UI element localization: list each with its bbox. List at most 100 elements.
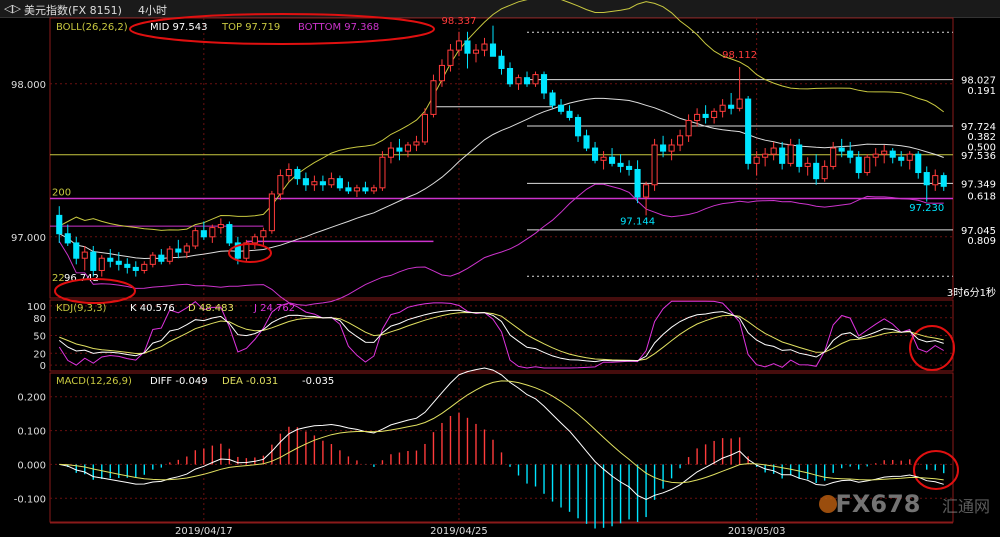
candle-body — [660, 144, 667, 152]
candle-body — [328, 178, 335, 186]
candle-body — [90, 251, 97, 271]
candle-body — [158, 254, 165, 262]
candle-body — [617, 162, 624, 167]
candle-body — [804, 162, 811, 167]
candle-body — [745, 98, 752, 164]
candle-body — [353, 187, 360, 192]
candle-body — [821, 165, 828, 180]
candle-body — [498, 55, 505, 69]
candle-body — [447, 49, 454, 66]
candle-body — [574, 116, 582, 137]
boll-lower-line — [58, 183, 944, 306]
fib-level-label: 0.382 — [967, 132, 996, 143]
fib-level-label: 97.349 — [961, 179, 996, 190]
candle-body — [379, 156, 386, 189]
candle-body — [277, 175, 284, 195]
candle-body — [736, 98, 743, 109]
candle-body — [132, 266, 139, 271]
candle-body — [98, 257, 105, 271]
candle-body — [515, 77, 522, 85]
candle-body — [217, 224, 224, 229]
candle-body — [711, 110, 718, 118]
candle-body — [464, 40, 471, 54]
macd-diff-line — [59, 367, 944, 501]
candle-body — [889, 150, 896, 158]
fib-level-label: 0.618 — [967, 191, 996, 202]
candle-body — [787, 144, 794, 164]
fib-level-label: 97.536 — [961, 151, 996, 162]
candle-body — [626, 165, 633, 170]
candle-body — [396, 147, 403, 152]
fib-level-label: 0.809 — [967, 236, 996, 247]
macd-panel-frame — [49, 372, 954, 523]
candle-body — [200, 230, 207, 238]
macd-dea-value: DEA -0.031 — [222, 376, 278, 387]
candle-body — [651, 144, 658, 186]
candle-body — [64, 233, 71, 244]
candle-body — [56, 214, 63, 235]
macd-axis-label: -0.100 — [14, 494, 46, 505]
macd-axis-label: 0.000 — [17, 460, 46, 471]
candle-body — [149, 254, 156, 265]
price-axis-label: 97.000 — [11, 233, 46, 244]
candle-body — [141, 263, 148, 271]
kdj-axis-label: 0 — [40, 361, 46, 372]
candle-body — [251, 236, 258, 244]
candle-body — [932, 175, 939, 186]
candle-body — [872, 153, 879, 158]
candle-body — [345, 187, 352, 192]
kdj-k-value: K 40.576 — [130, 303, 175, 314]
macd-diff-value: DIFF -0.049 — [150, 376, 208, 387]
date-axis-label: 2019/04/25 — [430, 526, 488, 537]
candle-body — [923, 172, 930, 186]
date-axis-label: 2019/05/03 — [728, 526, 786, 537]
candle-body — [421, 113, 429, 143]
kdj-axis-label: 80 — [33, 314, 46, 325]
candle-body — [855, 156, 862, 174]
candle-body — [685, 120, 692, 137]
kdj-axis-label: 20 — [33, 349, 46, 360]
candle-body — [864, 156, 871, 174]
candle-body — [830, 147, 837, 167]
candle-body — [694, 113, 701, 122]
price-chart[interactable]: 98.000 97.000 10080 50 200 0.200 0.100 0.000 -0.… — [0, 0, 1000, 537]
candle-body — [940, 175, 947, 187]
fib-level-label: 0.191 — [967, 86, 996, 97]
candle-body — [107, 257, 114, 262]
candle-body — [566, 110, 573, 118]
candle-body — [847, 150, 854, 158]
candle-body — [702, 113, 709, 118]
candle-body — [175, 248, 182, 253]
candle-body — [770, 147, 777, 155]
candle-body — [549, 92, 556, 106]
candle-body — [336, 178, 343, 189]
candle-body — [523, 77, 531, 85]
kdj-d-value: D 48.483 — [188, 303, 234, 314]
macd-axis-label: 0.200 — [17, 393, 46, 404]
candle-body — [753, 156, 760, 164]
candle-body — [73, 242, 80, 259]
candle-body — [209, 227, 216, 238]
price-axis-label: 98.000 — [11, 80, 46, 91]
candle-body — [540, 74, 548, 94]
kdj-axis-label: 50 — [33, 332, 46, 343]
candle-body — [192, 230, 199, 247]
candle-body — [294, 168, 301, 180]
macd-axis-label: 0.100 — [17, 427, 46, 438]
candle-body — [81, 251, 88, 259]
mark-label: 22 — [52, 273, 65, 284]
candle-body — [430, 80, 437, 115]
watermark-logo: FX678 — [836, 490, 921, 518]
candle-body — [124, 263, 131, 268]
candle-body — [583, 135, 590, 149]
watermark-icon — [819, 495, 837, 513]
candle-body — [898, 156, 905, 161]
candle-body — [489, 43, 497, 57]
macd-value: -0.035 — [302, 376, 334, 387]
candle-body — [881, 150, 888, 155]
candle-body — [370, 187, 377, 192]
candle-body — [268, 193, 275, 232]
kdj-label: KDJ(9,3,3) — [56, 303, 107, 314]
kdj-axis-label: 100 — [27, 302, 46, 313]
candle-body — [413, 141, 420, 146]
